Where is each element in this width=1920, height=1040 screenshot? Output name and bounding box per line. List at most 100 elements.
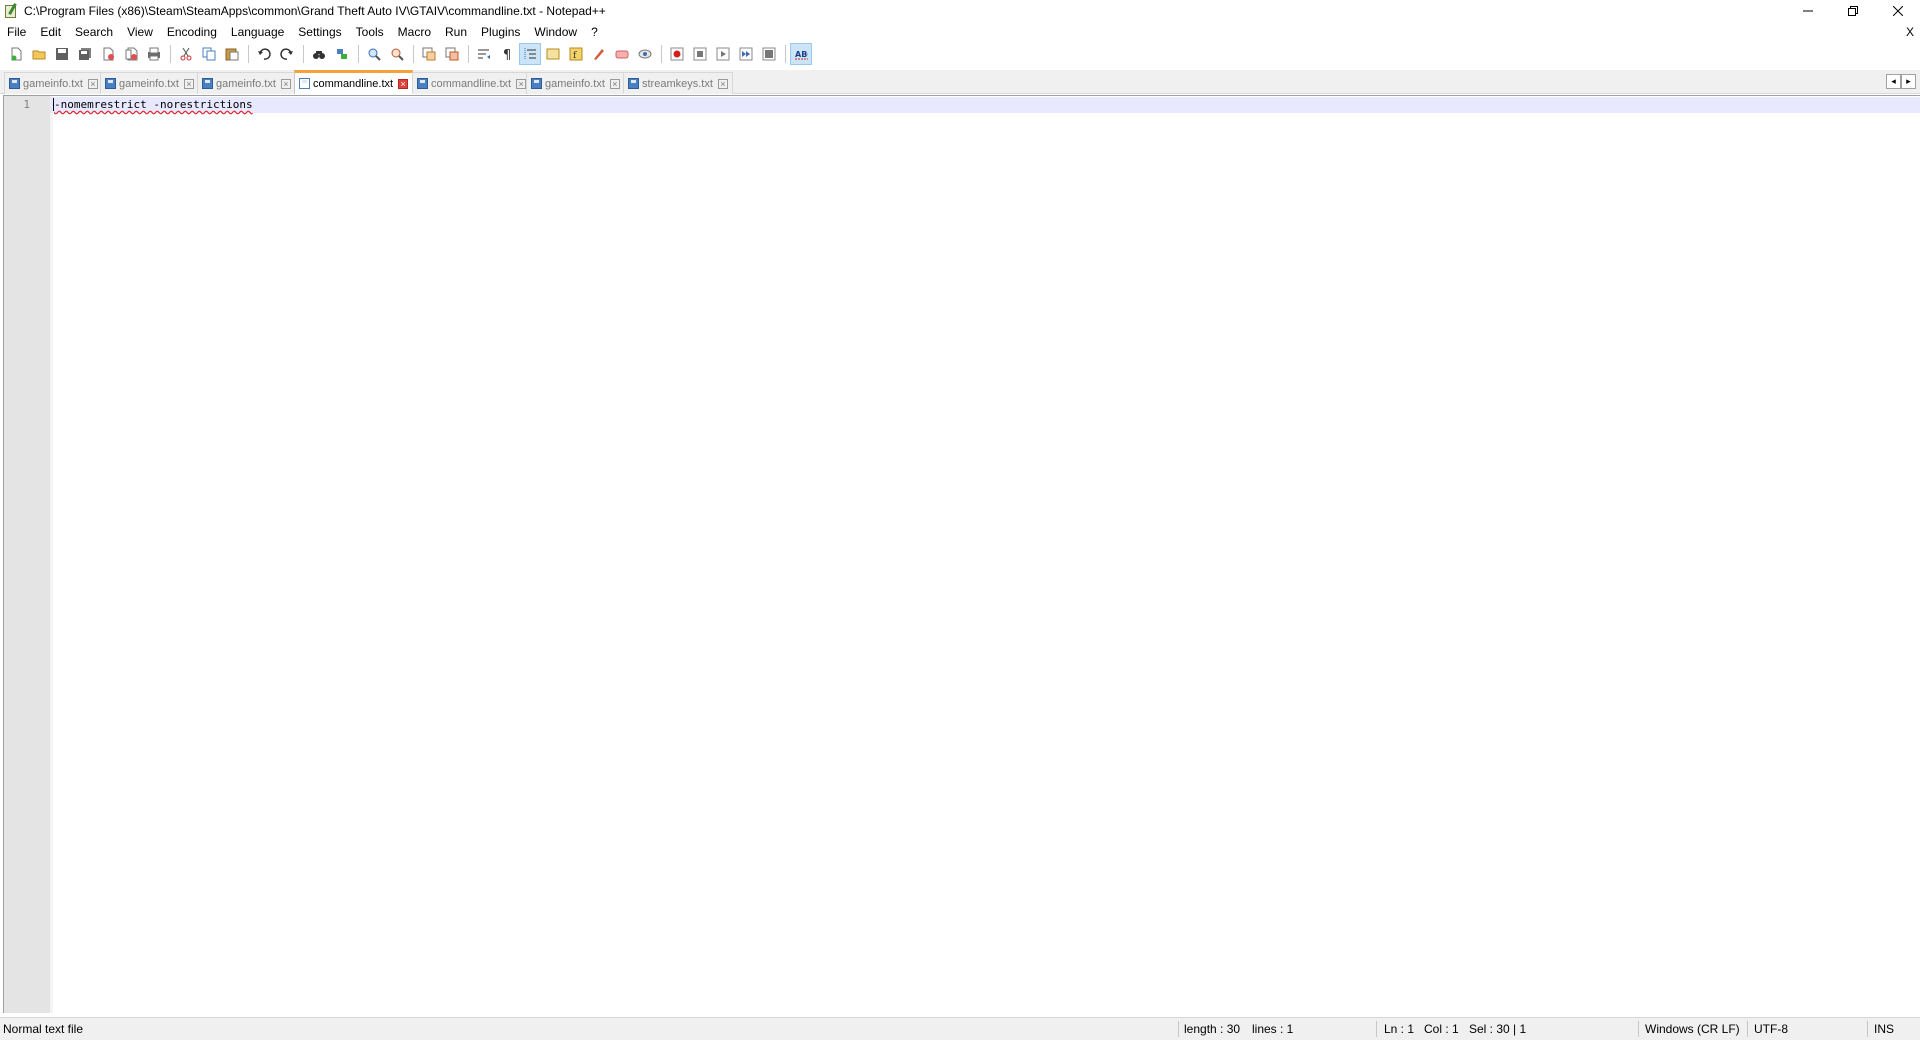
tab-commandline-2[interactable]: commandline.txt × (412, 72, 532, 94)
toolbar-separator (303, 45, 304, 63)
open-file-button[interactable] (28, 43, 50, 65)
line-number: 1 (23, 98, 30, 111)
indent-guide-button[interactable] (519, 43, 541, 65)
tab-close-icon[interactable]: × (516, 78, 527, 89)
sync-horizontal-button[interactable] (441, 43, 463, 65)
zoom-out-button[interactable] (386, 43, 408, 65)
save-icon (56, 48, 68, 60)
zoom-in-button[interactable] (363, 43, 385, 65)
window-title: C:\Program Files (x86)\Steam\SteamApps\c… (24, 4, 606, 18)
undo-button[interactable] (253, 43, 275, 65)
menu-plugins[interactable]: Plugins (474, 22, 527, 42)
tab-scroll-right-icon[interactable]: ▸ (1901, 74, 1916, 89)
saved-file-icon (9, 78, 20, 89)
start-record-button[interactable] (666, 43, 688, 65)
menu-edit[interactable]: Edit (33, 22, 68, 42)
run-multiple-button[interactable] (735, 43, 757, 65)
notepadpp-app-icon[interactable] (3, 3, 19, 19)
tab-streamkeys[interactable]: streamkeys.txt × (623, 72, 733, 94)
zoom-in-icon (368, 48, 381, 61)
start-record-icon (670, 47, 684, 61)
monitor-button[interactable] (611, 43, 633, 65)
close-document-button[interactable]: X (1906, 22, 1914, 42)
folder-workspace-button[interactable] (588, 43, 610, 65)
tab-gameinfo-2[interactable]: gameinfo.txt × (100, 72, 199, 94)
new-file-button[interactable] (5, 43, 27, 65)
menu-language[interactable]: Language (224, 22, 291, 42)
cut-button[interactable] (175, 43, 197, 65)
close-file-icon (103, 47, 114, 61)
menu-view[interactable]: View (120, 22, 160, 42)
tab-commandline-active[interactable]: commandline.txt × (294, 70, 414, 94)
saved-file-icon (531, 78, 542, 89)
saved-file-icon (202, 78, 213, 89)
tab-close-icon[interactable]: × (717, 78, 728, 89)
doc-map-button[interactable] (542, 43, 564, 65)
menu-file[interactable]: File (0, 22, 33, 42)
replace-button[interactable] (331, 43, 353, 65)
word-wrap-button[interactable] (473, 43, 495, 65)
minimize-button[interactable] (1785, 0, 1830, 22)
paste-button[interactable] (221, 43, 243, 65)
indent-guide-icon (524, 48, 536, 60)
tab-close-icon[interactable]: × (609, 78, 620, 89)
eye-icon (638, 49, 652, 59)
menu-run[interactable]: Run (438, 22, 474, 42)
restore-button[interactable] (1830, 0, 1875, 22)
toolbar-separator (785, 45, 786, 63)
playback-button[interactable] (712, 43, 734, 65)
tab-gameinfo-4[interactable]: gameinfo.txt × (526, 72, 625, 94)
status-eol[interactable]: Windows (CR LF) (1645, 1018, 1740, 1040)
menu-tools[interactable]: Tools (349, 22, 391, 42)
editor-line-text[interactable]: -nomemrestrict -norestrictions (54, 98, 253, 111)
menu-macro[interactable]: Macro (391, 22, 438, 42)
show-all-chars-button[interactable]: ¶ (496, 43, 518, 65)
menu-settings[interactable]: Settings (291, 22, 348, 42)
print-button[interactable] (143, 43, 165, 65)
stop-record-button[interactable] (689, 43, 711, 65)
tab-close-icon[interactable]: × (398, 78, 409, 89)
copy-button[interactable] (198, 43, 220, 65)
save-macro-button[interactable] (758, 43, 780, 65)
tab-label: gameinfo.txt (216, 77, 276, 90)
tab-close-icon[interactable]: × (280, 78, 291, 89)
tab-scroll-left-icon[interactable]: ◂ (1886, 74, 1901, 89)
save-all-button[interactable] (74, 43, 96, 65)
tab-close-icon[interactable]: × (87, 78, 98, 89)
status-bar: Normal text file length : 30 lines : 1 L… (0, 1017, 1920, 1040)
text-editor[interactable]: 1 -nomemrestrict -norestrictions (3, 95, 1920, 1013)
menu-search[interactable]: Search (68, 22, 120, 42)
find-button[interactable] (308, 43, 330, 65)
monitor-icon (615, 50, 629, 59)
toolbar-separator (358, 45, 359, 63)
status-encoding[interactable]: UTF-8 (1754, 1018, 1788, 1040)
tab-gameinfo-1[interactable]: gameinfo.txt × (4, 72, 103, 94)
saved-file-icon (628, 78, 639, 89)
menu-encoding[interactable]: Encoding (160, 22, 224, 42)
spell-check-button[interactable]: ABC (790, 43, 812, 65)
tab-gameinfo-3[interactable]: gameinfo.txt × (197, 72, 296, 94)
close-button[interactable] (97, 43, 119, 65)
redo-button[interactable] (276, 43, 298, 65)
close-all-button[interactable] (120, 43, 142, 65)
sync-vertical-icon (422, 47, 436, 61)
menu-help[interactable]: ? (584, 22, 605, 42)
doc-map-icon (546, 48, 560, 60)
show-all-chars-icon: ¶ (503, 48, 511, 61)
cut-icon (180, 47, 192, 61)
menu-window[interactable]: Window (527, 22, 584, 42)
new-file-icon (11, 47, 22, 61)
close-window-button[interactable] (1875, 0, 1920, 22)
function-list-icon: f (569, 47, 583, 61)
toolbar-separator (248, 45, 249, 63)
eye-button[interactable] (634, 43, 656, 65)
title-bar: C:\Program Files (x86)\Steam\SteamApps\c… (0, 0, 1920, 22)
saved-file-icon (105, 78, 116, 89)
function-list-button[interactable]: f (565, 43, 587, 65)
tab-close-icon[interactable]: × (183, 78, 194, 89)
toolbar-separator (170, 45, 171, 63)
current-line-highlight (50, 97, 1920, 113)
close-icon (1892, 6, 1903, 16)
sync-vertical-button[interactable] (418, 43, 440, 65)
save-button[interactable] (51, 43, 73, 65)
